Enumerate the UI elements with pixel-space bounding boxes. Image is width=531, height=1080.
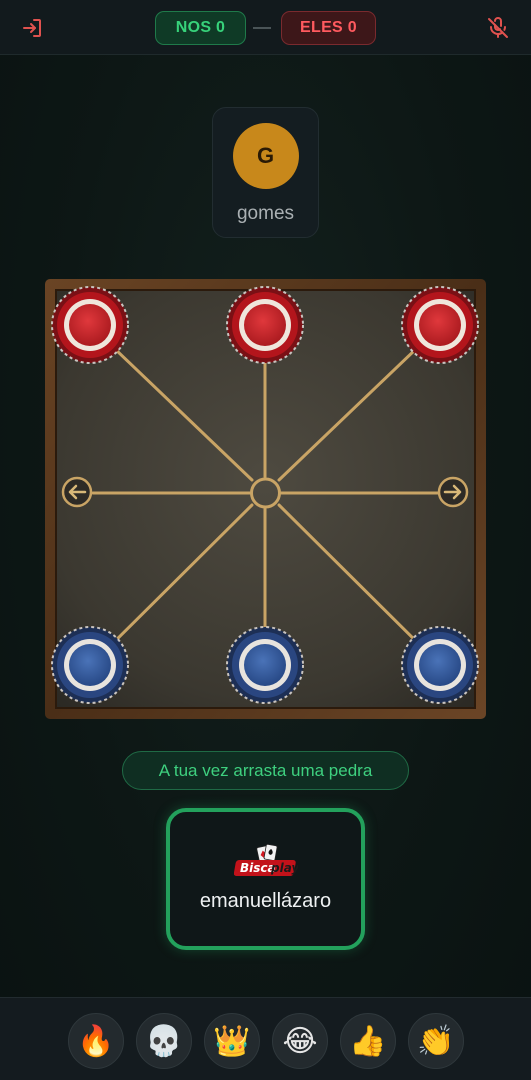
clapping-icon: 👏 — [417, 1023, 455, 1059]
exit-button[interactable] — [18, 14, 46, 42]
blue-piece-bottom-left[interactable] — [51, 626, 129, 704]
score-us-badge: NOS 0 — [155, 11, 246, 45]
right-arrow-icon[interactable] — [437, 476, 469, 508]
red-piece-top-center[interactable] — [226, 286, 304, 364]
score-separator — [253, 27, 271, 29]
blue-piece-bottom-center[interactable] — [226, 626, 304, 704]
opponent-name: gomes — [236, 203, 295, 224]
svg-text:play: play — [270, 861, 298, 875]
left-arrow-icon[interactable] — [61, 476, 93, 508]
skull-icon: 💀 — [145, 1023, 183, 1059]
reaction-thumbs-up-button[interactable]: 👍 — [340, 1013, 396, 1069]
player-name: emanuellázaro — [199, 890, 332, 912]
mic-toggle-button[interactable] — [483, 13, 513, 43]
biscaplay-logo: Bisca play — [233, 844, 298, 876]
reaction-skull-button[interactable]: 💀 — [136, 1013, 192, 1069]
opponent-card: G gomes — [212, 107, 319, 238]
laughing-icon: 😂 — [282, 1023, 318, 1059]
reaction-clapping-button[interactable]: 👏 — [408, 1013, 464, 1069]
exit-icon — [23, 19, 41, 37]
player-card: Bisca play emanuellázaro — [166, 808, 365, 950]
reaction-laughing-button[interactable]: 😂 — [272, 1013, 328, 1069]
reaction-crown-button[interactable]: 👑 — [204, 1013, 260, 1069]
reaction-fire-button[interactable]: 🔥 — [68, 1013, 124, 1069]
game-board — [45, 279, 486, 719]
reactions-bar: 🔥 💀 👑 😂 👍 👏 — [0, 997, 531, 1080]
score-them-badge: ELES 0 — [281, 11, 376, 45]
thumbs-up-icon: 👍 — [349, 1023, 387, 1059]
turn-status: A tua vez arrasta uma pedra — [122, 751, 409, 790]
red-piece-top-left[interactable] — [51, 286, 129, 364]
top-bar: NOS 0 ELES 0 — [0, 0, 531, 55]
blue-piece-bottom-right[interactable] — [401, 626, 479, 704]
crown-icon: 👑 — [213, 1023, 251, 1059]
fire-icon: 🔥 — [77, 1023, 115, 1059]
opponent-avatar: G — [232, 123, 299, 189]
red-piece-top-right[interactable] — [401, 286, 479, 364]
mic-muted-icon — [488, 17, 508, 38]
